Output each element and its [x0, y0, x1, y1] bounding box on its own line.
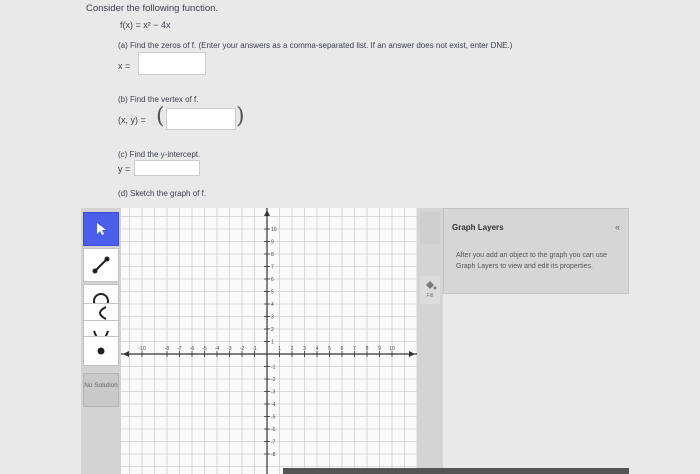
x-tick-label: -5 [202, 346, 207, 352]
fill-bucket-icon [426, 281, 437, 290]
part-a-prompt: (a) Find the zeros of f. (Enter your ans… [118, 41, 513, 50]
line-segment-icon [92, 256, 110, 274]
part-d-prompt: (d) Sketch the graph of f. [118, 189, 207, 198]
x-tick-label: 7 [353, 346, 356, 352]
y-tick-label: -8 [271, 452, 276, 458]
part-b-prompt: (b) Find the vertex of f. [118, 95, 199, 104]
y-tick-label: -3 [271, 390, 276, 396]
part-a-label: x = [118, 61, 131, 71]
bottom-edge-bar [283, 468, 629, 474]
zeros-answer-field[interactable] [138, 52, 206, 75]
x-tick-label: 4 [316, 346, 319, 352]
strip-panel [420, 212, 440, 244]
part-c-prompt: (c) Find the y-intercept. [118, 150, 201, 159]
parabola-left-icon [99, 306, 107, 320]
y-tick-label: -4 [271, 402, 276, 408]
x-tick-label: 10 [389, 346, 395, 352]
x-tick-label: -6 [190, 346, 195, 352]
y-tick-label: 2 [271, 327, 274, 333]
y-tick-label: -7 [271, 440, 276, 446]
part-c-label: y = [118, 164, 131, 174]
open-paren: ( [156, 104, 165, 129]
y-tick-label: -2 [271, 377, 276, 383]
graph-layers-title: Graph Layers [452, 223, 504, 232]
x-tick-label: 9 [378, 346, 381, 352]
x-tick-label: -1 [252, 346, 257, 352]
y-tick-label: 4 [271, 302, 274, 308]
x-tick-label: -2 [240, 346, 245, 352]
y-tick-label: 8 [271, 252, 274, 258]
no-solution-button[interactable]: No Solution [83, 373, 119, 407]
arrow-cursor-icon [97, 223, 106, 235]
graph-side-strip: Fill [417, 208, 443, 474]
y-tick-label: 9 [271, 240, 274, 246]
x-tick-label: -8 [165, 346, 170, 352]
graph-toolbar: No Solution [81, 208, 121, 474]
double-chevron-left-icon[interactable]: « [615, 222, 620, 232]
graph-canvas[interactable]: -10 -8 -7 -6 -5 -4 -3 -2 -1 1 2 3 4 5 6 7 8 9 10 10 9 8 7 6 5 4 3 2… [121, 208, 417, 474]
y-tick-label: -5 [271, 415, 276, 421]
x-tick-label: 2 [291, 346, 294, 352]
vertex-answer-field[interactable] [166, 108, 236, 130]
y-tick-label: 1 [271, 340, 274, 346]
y-tick-label: 7 [271, 265, 274, 271]
coordinate-grid: -10 -8 -7 -6 -5 -4 -3 -2 -1 1 2 3 4 5 6 7 8 9 10 10 9 8 7 6 5 4 3 2… [121, 208, 417, 474]
fill-label: Fill [426, 293, 434, 299]
x-tick-label: 6 [341, 346, 344, 352]
y-tick-label: 6 [271, 277, 274, 283]
y-tick-label: 10 [271, 227, 277, 233]
graph-layers-description: After you add an object to the graph you… [456, 252, 607, 270]
x-tick-label: 5 [328, 346, 331, 352]
close-paren: ) [236, 104, 245, 129]
x-tick-label: -10 [138, 346, 145, 352]
y-tick-label: 5 [271, 290, 274, 296]
part-b-label: (x, y) = [118, 115, 146, 125]
point-icon [97, 347, 105, 355]
line-tool-button[interactable] [83, 248, 119, 282]
select-tool-button[interactable] [83, 212, 119, 246]
x-tick-label: -4 [215, 346, 220, 352]
function-definition: f(x) = x² − 4x [120, 20, 171, 30]
y-tick-label: -6 [271, 427, 276, 433]
y-tick-label: -1 [271, 365, 276, 371]
fill-button[interactable]: Fill [420, 276, 440, 304]
x-tick-label: -3 [227, 346, 232, 352]
y-intercept-answer-field[interactable] [134, 160, 200, 176]
x-tick-label: -7 [177, 346, 182, 352]
x-tick-label: 1 [278, 346, 281, 352]
x-tick-label: 8 [366, 346, 369, 352]
x-axis-arrow-right [409, 351, 415, 357]
y-tick-label: 3 [271, 315, 274, 321]
point-tool-button[interactable] [83, 336, 119, 366]
x-axis-arrow-left [123, 351, 129, 357]
x-tick-label: 3 [303, 346, 306, 352]
graph-layers-panel: Graph Layers « After you add an object t… [443, 208, 629, 294]
question-intro: Consider the following function. [86, 3, 219, 14]
y-axis-arrow-up [264, 210, 270, 216]
